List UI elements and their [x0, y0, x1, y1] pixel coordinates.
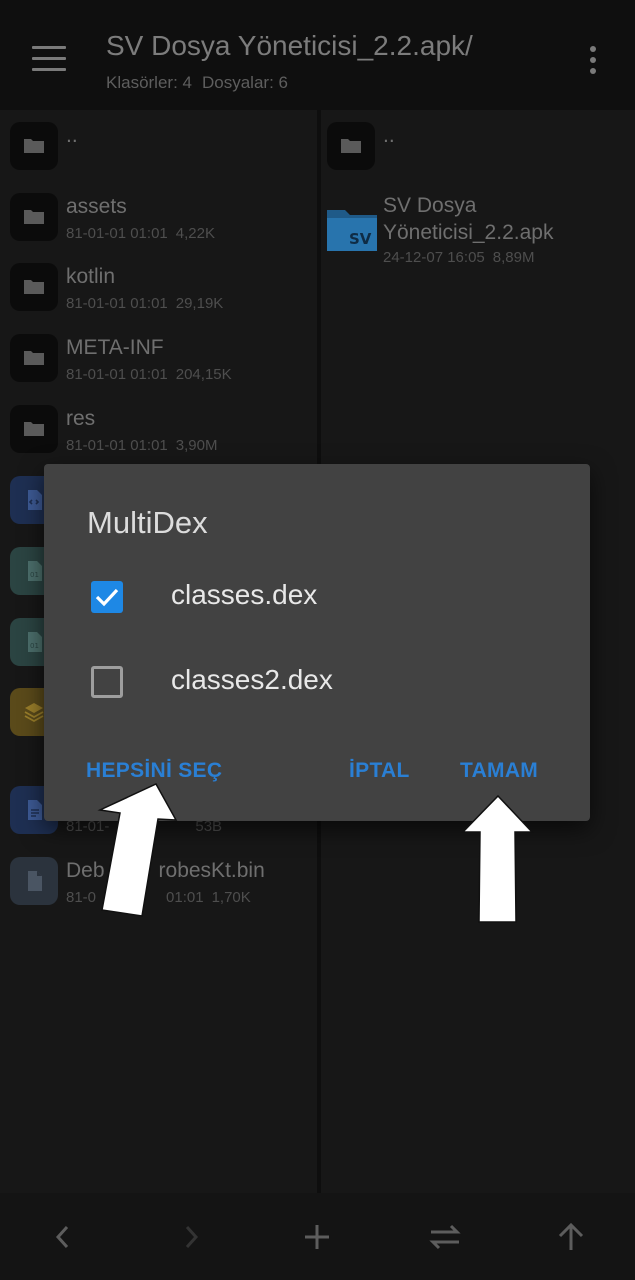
folder-name: kotlin: [66, 265, 116, 288]
folder-row-kotlin[interactable]: kotlin 81-01-01 01:01 29,19K: [0, 251, 317, 321]
option-label: classes2.dex: [171, 664, 333, 695]
folder-size: 3,90M: [175, 437, 218, 454]
file-manager-screen: SV Dosya Yöneticisi_2.2.apk/ Klasörler: …: [0, 0, 635, 1280]
apk-folder-icon: SV: [326, 206, 378, 252]
app-bar: SV Dosya Yöneticisi_2.2.apk/ Klasörler: …: [0, 0, 635, 110]
ok-button[interactable]: TAMAM: [460, 759, 538, 783]
folders-count: Klasörler: 4: [106, 73, 192, 92]
checkbox-checked[interactable]: [91, 581, 123, 613]
folder-row-meta-inf[interactable]: META-INF 81-01-01 01:01 204,15K: [0, 322, 317, 392]
select-all-button[interactable]: HEPSİNİ SEÇ: [86, 759, 222, 783]
parent-directory-label: ..: [66, 124, 78, 147]
folder-meta: 81-01-01 01:01 29,19K: [66, 295, 223, 312]
checkbox-unchecked[interactable]: [91, 666, 123, 698]
plus-icon[interactable]: [295, 1215, 339, 1259]
folder-icon: [10, 193, 58, 241]
folder-icon: [327, 122, 375, 170]
folder-date: 81-01-01 01:01: [66, 366, 168, 383]
apk-date: 24-12-07 16:05: [383, 249, 485, 266]
document-icon: [10, 857, 58, 905]
folder-meta: 81-01-01 01:01 3,90M: [66, 437, 217, 454]
chevron-left-icon[interactable]: [42, 1215, 86, 1259]
option-classes-dex[interactable]: classes.dex: [44, 565, 590, 629]
folder-size: 4,22K: [175, 225, 215, 242]
app-title: SV Dosya Yöneticisi_2.2.apk/: [106, 30, 473, 61]
folder-icon: [10, 263, 58, 311]
folder-meta: 81-01-01 01:01 204,15K: [66, 366, 232, 383]
folder-date: 81-01-01 01:01: [66, 295, 168, 312]
apk-name-line-2: Yöneticisi_2.2.apk: [383, 221, 554, 244]
svg-text:01: 01: [30, 642, 39, 650]
folder-name: META-INF: [66, 336, 164, 359]
parent-directory-row[interactable]: ..: [0, 110, 317, 180]
folder-size: 204,15K: [175, 366, 232, 383]
annotation-arrow-icon: [461, 794, 534, 923]
file-size: 1,70K: [211, 889, 251, 906]
parent-directory-label: ..: [383, 124, 395, 147]
apk-badge: SV: [349, 230, 372, 248]
folder-size: 29,19K: [175, 295, 224, 312]
arrow-up-icon[interactable]: [549, 1215, 593, 1259]
apk-size: 8,89M: [492, 249, 535, 266]
multidex-dialog: MultiDex classes.dex classes2.dex HEPSİN…: [44, 464, 590, 821]
option-classes2-dex[interactable]: classes2.dex: [44, 650, 590, 714]
folder-date: 81-01-01 01:01: [66, 225, 168, 242]
dialog-title: MultiDex: [87, 505, 208, 540]
annotation-arrow-icon: [97, 783, 178, 917]
hamburger-menu-icon[interactable]: [32, 46, 66, 72]
folder-row-res[interactable]: res 81-01-01 01:01 3,90M: [0, 393, 317, 463]
folder-icon: [10, 122, 58, 170]
folder-name: assets: [66, 195, 127, 218]
cancel-button[interactable]: İPTAL: [349, 759, 410, 783]
svg-text:01: 01: [30, 571, 39, 579]
folder-date: 81-01-01 01:01: [66, 437, 168, 454]
chevron-right-icon[interactable]: [168, 1215, 212, 1259]
folder-icon: [10, 334, 58, 382]
apk-meta: 24-12-07 16:05 8,89M: [383, 249, 534, 266]
apk-file-row[interactable]: SV SV Dosya Yöneticisi_2.2.apk 24-12-07 …: [321, 192, 635, 282]
apk-name-line-1: SV Dosya: [383, 194, 477, 217]
folder-meta: 81-01-01 01:01 4,22K: [66, 225, 215, 242]
apk-file-name: SV Dosya Yöneticisi_2.2.apk: [383, 192, 623, 246]
swap-icon[interactable]: [423, 1215, 467, 1259]
option-label: classes.dex: [171, 579, 318, 610]
folder-file-count: Klasörler: 4 Dosyalar: 6: [106, 73, 288, 93]
folder-row-assets[interactable]: assets 81-01-01 01:01 4,22K: [0, 181, 317, 251]
folder-icon: [10, 405, 58, 453]
folder-name: res: [66, 407, 96, 430]
more-vertical-icon[interactable]: [583, 44, 603, 76]
parent-directory-row[interactable]: ..: [321, 110, 635, 180]
files-count: Dosyalar: 6: [201, 73, 288, 92]
bottom-navigation-bar: [0, 1193, 635, 1280]
